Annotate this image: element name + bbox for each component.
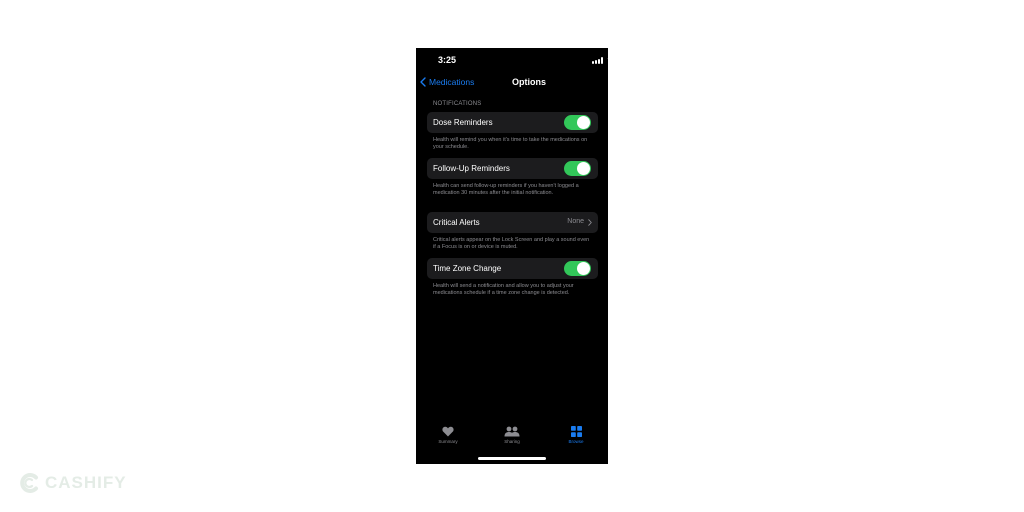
page-title: Options	[512, 77, 546, 87]
dose-reminders-footer: Health will remind you when it's time to…	[433, 137, 588, 150]
back-button-label: Medications	[429, 77, 475, 87]
status-bar: 3:25	[416, 48, 608, 72]
tab-summary-label: Summary	[438, 439, 458, 444]
time-zone-change-row: Time Zone Change	[427, 258, 598, 279]
watermark-text: CASHIFY	[45, 473, 127, 492]
phone-screen: 3:25 Medications Options NOTIFICATIONS D…	[416, 48, 608, 464]
cashify-logo-icon	[20, 473, 38, 493]
time-zone-change-toggle[interactable]	[564, 261, 591, 276]
tab-bar: Summary Sharing Browse	[416, 426, 608, 450]
dose-reminders-row: Dose Reminders	[427, 112, 598, 133]
chevron-left-icon	[420, 77, 426, 87]
follow-up-reminders-toggle[interactable]	[564, 161, 591, 176]
tab-browse-label: Browse	[568, 439, 584, 444]
tab-browse[interactable]: Browse	[556, 426, 596, 444]
tab-sharing[interactable]: Sharing	[492, 426, 532, 444]
back-button[interactable]: Medications	[420, 74, 474, 90]
tab-sharing-label: Sharing	[504, 439, 520, 444]
home-indicator[interactable]	[478, 457, 546, 460]
follow-up-reminders-row: Follow-Up Reminders	[427, 158, 598, 179]
critical-alerts-footer: Critical alerts appear on the Lock Scree…	[433, 237, 590, 250]
dose-reminders-toggle[interactable]	[564, 115, 591, 130]
navigation-bar: Medications Options	[416, 74, 608, 90]
dose-reminders-label: Dose Reminders	[433, 118, 493, 127]
section-header-notifications: NOTIFICATIONS	[433, 101, 482, 107]
follow-up-reminders-footer: Health can send follow-up reminders if y…	[433, 183, 579, 196]
wifi-icon	[607, 58, 608, 59]
tab-summary[interactable]: Summary	[428, 426, 468, 444]
time-zone-change-footer: Health will send a notification and allo…	[433, 283, 574, 296]
cellular-signal-icon	[592, 57, 604, 64]
cashify-watermark: CASHIFY	[18, 471, 127, 495]
grid-icon	[570, 426, 582, 437]
people-icon	[504, 426, 520, 437]
critical-alerts-value: None	[567, 218, 584, 225]
status-time: 3:25	[438, 55, 457, 65]
critical-alerts-row[interactable]: Critical Alerts None	[427, 212, 598, 233]
chevron-right-icon	[588, 219, 592, 226]
time-zone-change-label: Time Zone Change	[433, 264, 502, 273]
follow-up-reminders-label: Follow-Up Reminders	[433, 164, 510, 173]
heart-icon	[442, 426, 454, 437]
critical-alerts-label: Critical Alerts	[433, 218, 480, 227]
